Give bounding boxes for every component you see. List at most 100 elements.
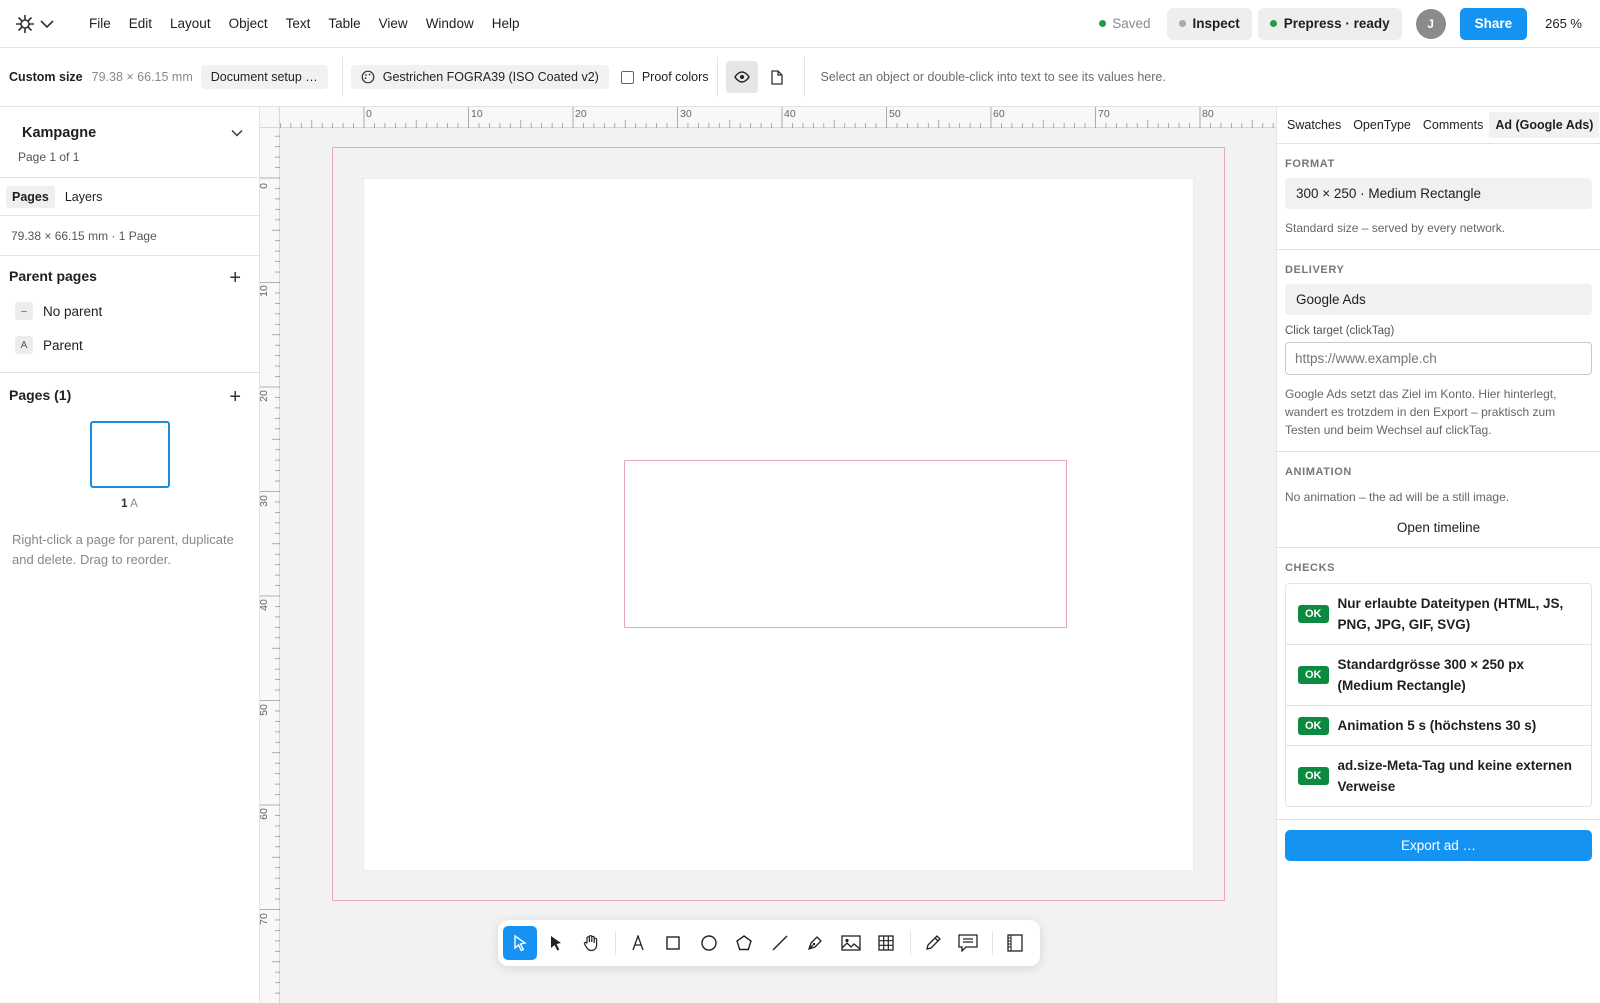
add-parent-icon[interactable]: + xyxy=(229,268,241,288)
color-profile-button[interactable]: Gestrichen FOGRA39 (ISO Coated v2) xyxy=(350,65,609,89)
check-text: ad.size-Meta-Tag und keine externen Verw… xyxy=(1337,758,1573,794)
tools-bar xyxy=(498,920,1040,966)
open-timeline-button[interactable]: Open timeline xyxy=(1285,520,1592,535)
add-page-icon[interactable]: + xyxy=(229,387,241,407)
table-tool[interactable] xyxy=(869,926,903,960)
page-view-button[interactable] xyxy=(758,69,796,85)
checks-section: CHECKS OK Nur erlaubte Dateitypen (HTML,… xyxy=(1277,548,1600,820)
export-ad-button[interactable]: Export ad … xyxy=(1285,830,1592,861)
ok-badge: OK xyxy=(1298,666,1329,684)
menu-view[interactable]: View xyxy=(370,16,417,31)
delivery-section: DELIVERY Google Ads Click target (clickT… xyxy=(1277,250,1600,452)
prepress-dot-icon xyxy=(1269,20,1277,27)
menu-object[interactable]: Object xyxy=(220,16,277,31)
pages-title: Pages (1) xyxy=(9,387,72,403)
menu-edit[interactable]: Edit xyxy=(120,16,161,31)
proof-colors-label: Proof colors xyxy=(641,70,709,84)
tools-divider xyxy=(614,931,616,955)
pen-icon xyxy=(807,936,822,951)
tab-opentype[interactable]: OpenType xyxy=(1347,112,1417,138)
ruler-tick-label: 30 xyxy=(680,108,692,120)
ellipse-tool[interactable] xyxy=(692,926,726,960)
text-icon xyxy=(631,935,644,951)
menu-table[interactable]: Table xyxy=(319,16,369,31)
format-select[interactable]: 300 × 250 · Medium Rectangle xyxy=(1285,178,1592,209)
line-tool[interactable] xyxy=(763,926,797,960)
tab-comments[interactable]: Comments xyxy=(1417,112,1489,138)
size-value: 79.38 × 66.15 mm xyxy=(91,70,193,84)
parent-item-a[interactable]: A Parent xyxy=(0,328,259,362)
select-tool[interactable] xyxy=(503,926,537,960)
app-logo-menu[interactable] xyxy=(14,13,64,35)
menu-layout[interactable]: Layout xyxy=(161,16,220,31)
line-icon xyxy=(772,935,787,951)
page-parent-letter: A xyxy=(130,498,138,510)
comment-tool[interactable] xyxy=(951,926,985,960)
text-tool[interactable] xyxy=(621,926,655,960)
right-panel: Swatches OpenType Comments Ad (Google Ad… xyxy=(1276,107,1600,1003)
page-number: 1 xyxy=(121,498,128,510)
ruler-tick-label: 40 xyxy=(784,108,796,120)
share-button[interactable]: Share xyxy=(1459,7,1528,40)
document-setup-button[interactable]: Document setup … xyxy=(200,65,328,89)
app-logo-icon xyxy=(16,14,34,33)
pen-tool[interactable] xyxy=(798,926,832,960)
prepress-button[interactable]: Prepress · ready xyxy=(1257,7,1402,40)
menu-text[interactable]: Text xyxy=(277,16,320,31)
ruler-tick-label: 60 xyxy=(260,808,270,820)
proof-colors-toggle[interactable]: Proof colors xyxy=(620,70,709,84)
ruler-tick-label: 70 xyxy=(1098,108,1110,120)
tab-swatches[interactable]: Swatches xyxy=(1281,112,1347,138)
document-title: Kampagne xyxy=(22,125,97,141)
menubar: File Edit Layout Object Text Table View … xyxy=(0,0,1600,48)
inspect-button[interactable]: Inspect xyxy=(1166,7,1252,40)
parent-pages-title: Parent pages xyxy=(9,268,97,284)
ruler-tick-label: 30 xyxy=(260,495,270,507)
ad-frame[interactable] xyxy=(624,460,1067,628)
tab-ad-google-ads[interactable]: Ad (Google Ads) xyxy=(1489,112,1600,138)
select-arrow-icon xyxy=(514,934,527,952)
polygon-tool[interactable] xyxy=(727,926,761,960)
tab-layers[interactable]: Layers xyxy=(59,186,109,208)
ruler-tick-label: 20 xyxy=(260,390,270,402)
delivery-select[interactable]: Google Ads xyxy=(1285,284,1592,315)
parent-tag: – xyxy=(15,302,33,320)
preview-toggle-button[interactable] xyxy=(725,61,758,93)
vertical-ruler-ticks xyxy=(260,135,280,994)
parent-item-none[interactable]: – No parent xyxy=(0,294,259,328)
animation-note: No animation – the ad will be a still im… xyxy=(1285,490,1510,504)
page-thumbnail-item[interactable]: 1 A xyxy=(0,403,259,510)
proof-colors-checkbox[interactable] xyxy=(620,70,634,84)
pencil-tool[interactable] xyxy=(916,926,950,960)
rectangle-tool[interactable] xyxy=(656,926,690,960)
checks-list: OK Nur erlaubte Dateitypen (HTML, JS, PN… xyxy=(1285,583,1592,807)
check-item: OK ad.size-Meta-Tag und keine externen V… xyxy=(1286,746,1591,806)
document-header[interactable]: Kampagne Page 1 of 1 xyxy=(0,107,259,178)
menu-window[interactable]: Window xyxy=(417,16,483,31)
document-page[interactable] xyxy=(364,179,1193,870)
zoom-level[interactable]: 265 % xyxy=(1545,16,1582,31)
pages-hint: Right-click a page for parent, duplicate… xyxy=(12,532,234,567)
check-item: OK Animation 5 s (höchstens 30 s) xyxy=(1286,706,1591,746)
hand-tool[interactable] xyxy=(574,926,608,960)
parent-label: No parent xyxy=(43,303,103,319)
page-size-info: 79.38 × 66.15 mm · 1 Page xyxy=(0,216,259,256)
menu-file[interactable]: File xyxy=(80,16,120,31)
chevron-down-icon[interactable] xyxy=(231,129,243,137)
rectangle-icon xyxy=(666,936,680,950)
page-thumbnail[interactable] xyxy=(89,421,170,488)
canvas-area[interactable]: 0 10 20 30 40 50 60 70 80 0 10 20 30 40 … xyxy=(260,107,1276,1003)
ok-badge: OK xyxy=(1298,716,1329,735)
menu-help[interactable]: Help xyxy=(483,16,529,31)
saved-dot-icon xyxy=(1099,20,1107,27)
parent-pages-section: Parent pages + – No parent A Parent xyxy=(0,256,259,373)
table-icon xyxy=(878,935,894,951)
frame-tool[interactable] xyxy=(998,926,1032,960)
avatar[interactable]: J xyxy=(1415,8,1446,39)
image-tool[interactable] xyxy=(834,926,868,960)
horizontal-ruler[interactable]: 0 10 20 30 40 50 60 70 80 xyxy=(280,107,1276,128)
vertical-ruler[interactable]: 0 10 20 30 40 50 60 70 xyxy=(260,128,280,1003)
click-target-input[interactable] xyxy=(1285,342,1592,375)
direct-select-tool[interactable] xyxy=(539,926,573,960)
tab-pages[interactable]: Pages xyxy=(6,185,55,208)
